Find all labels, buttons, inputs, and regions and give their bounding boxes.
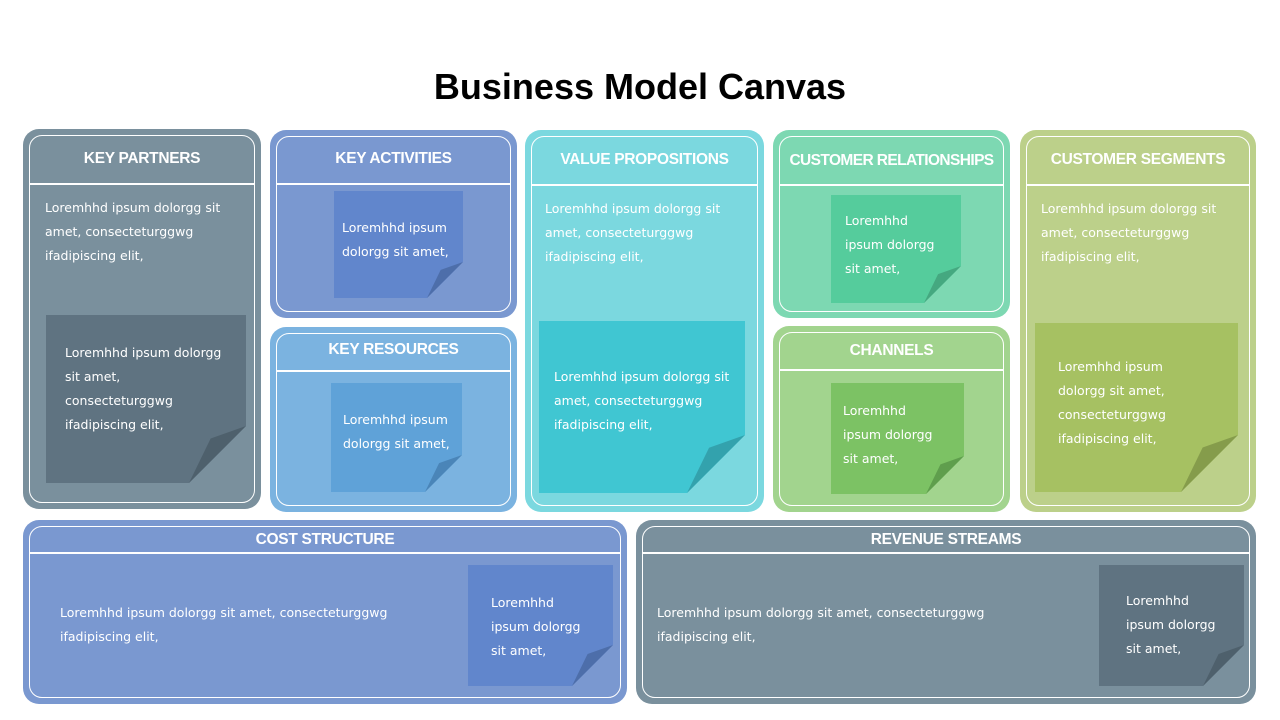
block-text: Loremhhd ipsum dolorgg sit amet, consect… <box>1041 197 1216 269</box>
sticky-note: Loremhhd ipsum dolorgg sit amet, consect… <box>46 315 246 483</box>
block-heading: KEY ACTIVITIES <box>335 150 452 167</box>
sticky-note: Loremhhd ipsum dolorgg sit amet, <box>831 195 961 303</box>
customer-relationships-block: CUSTOMER RELATIONSHIPS Loremhhd ipsum do… <box>773 130 1010 318</box>
text-line: sit amet, <box>845 261 901 276</box>
sticky-note: Loremhhd ipsum dolorgg sit amet, <box>334 191 463 298</box>
text-line: ifadipiscing elit, <box>45 248 144 263</box>
text-line: Loremhhd <box>845 213 908 228</box>
text-line: ifadipiscing elit, <box>545 249 644 264</box>
text-line: ifadipiscing elit, <box>657 629 756 644</box>
text-line: sit amet, <box>65 369 121 384</box>
text-line: amet, consecteturggwg <box>554 393 703 408</box>
block-text: Loremhhd ipsum dolorgg sit amet, consect… <box>45 196 220 268</box>
header-divider <box>1027 184 1249 186</box>
key-resources-block: KEY RESOURCES Loremhhd ipsum dolorgg sit… <box>270 327 517 512</box>
header-divider <box>277 370 510 372</box>
block-heading: CHANNELS <box>849 342 934 359</box>
note-text: Loremhhd ipsum dolorgg sit amet, <box>343 408 450 456</box>
text-line: Loremhhd ipsum <box>343 412 448 427</box>
text-line: Loremhhd ipsum dolorgg sit amet, consect… <box>657 605 985 620</box>
value-propositions-block: VALUE PROPOSITIONS Loremhhd ipsum dolorg… <box>525 130 764 512</box>
key-partners-block: KEY PARTNERS Loremhhd ipsum dolorgg sit … <box>23 129 261 509</box>
note-text: Loremhhd ipsum dolorgg sit amet, <box>1126 589 1215 661</box>
channels-block: CHANNELS Loremhhd ipsum dolorgg sit amet… <box>773 326 1010 512</box>
text-line: consecteturggwg <box>1058 407 1166 422</box>
text-line: Loremhhd <box>843 403 906 418</box>
note-text: Loremhhd ipsum dolorgg sit amet, <box>843 399 932 471</box>
text-line: ipsum dolorgg <box>1126 617 1216 632</box>
text-line: Loremhhd ipsum dolorgg sit <box>1041 201 1217 216</box>
text-line: dolorgg sit amet, <box>343 436 450 451</box>
header-divider <box>277 183 510 185</box>
text-line: ifadipiscing elit, <box>1058 431 1157 446</box>
cost-structure-block: COST STRUCTURE Loremhhd ipsum dolorgg si… <box>23 520 627 704</box>
note-text: Loremhhd ipsum dolorgg sit amet, consect… <box>554 365 729 437</box>
text-line: sit amet, <box>491 643 547 658</box>
sticky-note: Loremhhd ipsum dolorgg sit amet, <box>331 383 462 492</box>
block-text: Loremhhd ipsum dolorgg sit amet, consect… <box>657 601 984 649</box>
sticky-note: Loremhhd ipsum dolorgg sit amet, <box>1099 565 1244 686</box>
block-heading: CUSTOMER RELATIONSHIPS <box>789 152 994 169</box>
sticky-note: Loremhhd ipsum dolorgg sit amet, consect… <box>539 321 745 493</box>
block-heading: KEY PARTNERS <box>83 150 201 167</box>
text-line: consecteturggwg <box>65 393 173 408</box>
text-line: ifadipiscing elit, <box>60 629 159 644</box>
text-line: amet, consecteturggwg <box>1041 225 1190 240</box>
text-line: sit amet, <box>843 451 899 466</box>
text-line: Loremhhd ipsum dolorgg <box>65 345 222 360</box>
note-text: Loremhhd ipsum dolorgg sit amet, <box>491 591 580 663</box>
text-line: Loremhhd ipsum dolorgg sit <box>45 200 221 215</box>
text-line: dolorgg sit amet, <box>1058 383 1165 398</box>
sticky-note: Loremhhd ipsum dolorgg sit amet, <box>831 383 964 494</box>
text-line: ifadipiscing elit, <box>554 417 653 432</box>
note-text: Loremhhd ipsum dolorgg sit amet, <box>342 216 449 264</box>
note-text: Loremhhd ipsum dolorgg sit amet, consect… <box>1058 355 1166 451</box>
text-line: Loremhhd ipsum <box>1058 359 1163 374</box>
header-divider <box>643 552 1249 554</box>
block-text: Loremhhd ipsum dolorgg sit amet, consect… <box>60 601 387 649</box>
text-line: sit amet, <box>1126 641 1182 656</box>
note-text: Loremhhd ipsum dolorgg sit amet, consect… <box>65 341 221 437</box>
note-text: Loremhhd ipsum dolorgg sit amet, <box>845 209 934 281</box>
block-heading: KEY RESOURCES <box>328 341 459 358</box>
text-line: Loremhhd ipsum dolorgg sit <box>545 201 721 216</box>
header-divider <box>30 552 620 554</box>
text-line: ifadipiscing elit, <box>1041 249 1140 264</box>
block-heading: REVENUE STREAMS <box>870 531 1022 548</box>
text-line: amet, consecteturggwg <box>45 224 194 239</box>
text-line: ifadipiscing elit, <box>65 417 164 432</box>
text-line: Loremhhd <box>1126 593 1189 608</box>
block-heading: CUSTOMER SEGMENTS <box>1050 151 1226 168</box>
header-divider <box>532 184 757 186</box>
text-line: dolorgg sit amet, <box>342 244 449 259</box>
sticky-note: Loremhhd ipsum dolorgg sit amet, consect… <box>1035 323 1238 492</box>
page-title: Business Model Canvas <box>433 66 847 107</box>
text-line: amet, consecteturggwg <box>545 225 694 240</box>
text-line: Loremhhd ipsum dolorgg sit <box>554 369 730 384</box>
header-divider <box>780 184 1003 186</box>
header-divider <box>30 183 254 185</box>
block-heading: COST STRUCTURE <box>255 531 395 548</box>
block-text: Loremhhd ipsum dolorgg sit amet, consect… <box>545 197 720 269</box>
text-line: Loremhhd ipsum <box>342 220 447 235</box>
sticky-note: Loremhhd ipsum dolorgg sit amet, <box>468 565 613 686</box>
text-line: Loremhhd ipsum dolorgg sit amet, consect… <box>60 605 388 620</box>
customer-segments-block: CUSTOMER SEGMENTS Loremhhd ipsum dolorgg… <box>1020 130 1256 512</box>
text-line: ipsum dolorgg <box>491 619 581 634</box>
key-activities-block: KEY ACTIVITIES Loremhhd ipsum dolorgg si… <box>270 130 517 318</box>
block-heading: VALUE PROPOSITIONS <box>560 151 729 168</box>
text-line: Loremhhd <box>491 595 554 610</box>
revenue-streams-block: REVENUE STREAMS Loremhhd ipsum dolorgg s… <box>636 520 1256 704</box>
text-line: ipsum dolorgg <box>843 427 933 442</box>
header-divider <box>780 369 1003 371</box>
text-line: ipsum dolorgg <box>845 237 935 252</box>
